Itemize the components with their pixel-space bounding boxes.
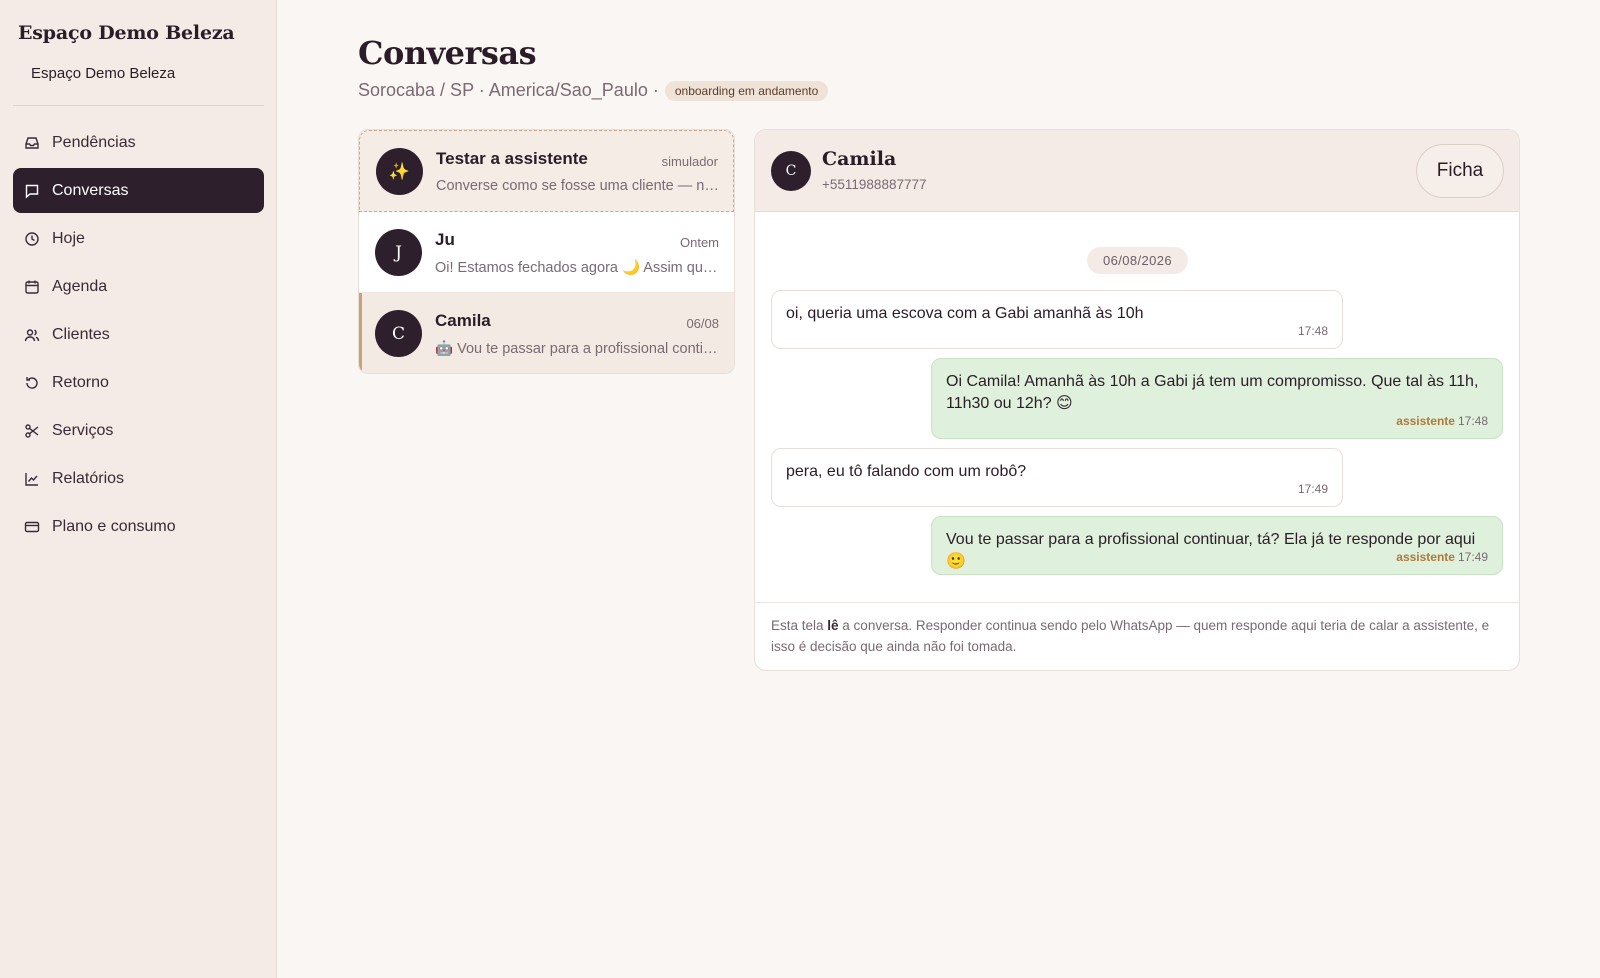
- sidebar-item-hoje[interactable]: Hoje: [13, 216, 264, 261]
- sidebar-item-label: Relatórios: [52, 469, 125, 487]
- page-title: Conversas: [358, 34, 537, 72]
- message-text: oi, queria uma escova com a Gabi amanhã …: [786, 305, 1144, 322]
- avatar: C: [375, 310, 422, 357]
- sidebar-divider: [13, 105, 264, 106]
- inbox-icon: [24, 135, 40, 151]
- chat-header: C Camila +5511988887777 Ficha: [755, 130, 1519, 212]
- sidebar-item-label: Hoje: [52, 229, 85, 247]
- sidebar: Espaço Demo Beleza Espaço Demo Beleza Pe…: [0, 0, 277, 978]
- clock-icon: [24, 231, 40, 247]
- sidebar-item-pendencias[interactable]: Pendências: [13, 120, 264, 165]
- footer-text-pre: Esta tela: [771, 618, 828, 633]
- sidebar-item-label: Retorno: [52, 373, 109, 391]
- users-icon: [24, 327, 40, 343]
- sidebar-item-agenda[interactable]: Agenda: [13, 264, 264, 309]
- sidebar-item-label: Serviços: [52, 421, 114, 439]
- conversation-name: Ju: [435, 230, 455, 249]
- conversation-meta: Ontem: [679, 235, 719, 250]
- conversation-meta: 06/08: [686, 316, 719, 331]
- sidebar-item-label: Plano e consumo: [52, 517, 176, 535]
- footer-text-post: a conversa. Responder continua sendo pel…: [771, 618, 1490, 654]
- location-line: Sorocaba / SP · America/Sao_Paulo · onbo…: [358, 80, 829, 101]
- sidebar-item-retorno[interactable]: Retorno: [13, 360, 264, 405]
- avatar: C: [771, 151, 811, 191]
- message-incoming: oi, queria uma escova com a Gabi amanhã …: [771, 290, 1343, 349]
- chat-panel: C Camila +5511988887777 Ficha 06/08/2026…: [754, 129, 1520, 671]
- sender-label: assistente: [1396, 550, 1455, 564]
- location-text: Sorocaba / SP · America/Sao_Paulo ·: [358, 80, 659, 100]
- calendar-icon: [24, 279, 40, 295]
- message-time: 17:48: [1457, 414, 1488, 428]
- message-icon: [24, 183, 40, 199]
- conversation-list: ✨ Testar a assistente simulador Converse…: [358, 129, 735, 374]
- footer-text-bold: lê: [827, 618, 839, 633]
- conversation-preview: Oi! Estamos fechados agora 🌙 Assim que a…: [435, 260, 720, 276]
- conversation-preview: Converse como se fosse uma cliente — nad…: [436, 178, 721, 194]
- conversation-name: Testar a assistente: [436, 149, 588, 168]
- contact-name: Camila: [822, 148, 897, 170]
- avatar: J: [375, 229, 422, 276]
- message-text: pera, eu tô falando com um robô?: [786, 463, 1027, 480]
- sidebar-item-conversas[interactable]: Conversas: [13, 168, 264, 213]
- conversation-preview: 🤖 Vou te passar para a profissional cont…: [435, 341, 720, 357]
- message-time: 17:49: [1457, 550, 1488, 564]
- message-time: 17:49: [1297, 482, 1328, 496]
- conversation-item-camila[interactable]: C Camila 06/08 🤖 Vou te passar para a pr…: [359, 293, 734, 373]
- status-badge: onboarding em andamento: [664, 80, 829, 101]
- sidebar-nav: Pendências Conversas Hoje Agenda Cliente…: [13, 120, 264, 552]
- message-outgoing: Oi Camila! Amanhã às 10h a Gabi já tem u…: [931, 358, 1503, 439]
- brand-title: Espaço Demo Beleza: [18, 22, 235, 44]
- rotate-icon: [24, 375, 40, 391]
- conversation-item-simulator[interactable]: ✨ Testar a assistente simulador Converse…: [359, 130, 734, 212]
- message-incoming: pera, eu tô falando com um robô? 17:49: [771, 448, 1343, 507]
- conversation-item-ju[interactable]: J Ju Ontem Oi! Estamos fechados agora 🌙 …: [359, 212, 734, 293]
- chart-icon: [24, 471, 40, 487]
- sidebar-item-plano-e-consumo[interactable]: Plano e consumo: [13, 504, 264, 549]
- ficha-button[interactable]: Ficha: [1416, 144, 1504, 198]
- scissors-icon: [24, 423, 40, 439]
- message-outgoing: Vou te passar para a profissional contin…: [931, 516, 1503, 575]
- sidebar-item-label: Pendências: [52, 133, 136, 151]
- sidebar-item-clientes[interactable]: Clientes: [13, 312, 264, 357]
- sidebar-item-label: Clientes: [52, 325, 110, 343]
- message-meta: assistente 17:48: [1396, 410, 1488, 432]
- message-text: Oi Camila! Amanhã às 10h a Gabi já tem u…: [946, 373, 1479, 412]
- sidebar-item-label: Conversas: [52, 181, 129, 199]
- conversation-meta: simulador: [661, 154, 718, 169]
- message-time: 17:48: [1297, 324, 1328, 338]
- sidebar-item-servicos[interactable]: Serviços: [13, 408, 264, 453]
- contact-phone: +5511988887777: [822, 177, 927, 192]
- date-separator: 06/08/2026: [1087, 247, 1188, 274]
- chat-footer-note: Esta tela lê a conversa. Responder conti…: [755, 602, 1519, 670]
- brand-subtitle: Espaço Demo Beleza: [31, 65, 176, 82]
- sparkles-icon: ✨: [376, 148, 423, 195]
- message-meta: assistente 17:49: [1396, 546, 1488, 568]
- conversation-name: Camila: [435, 311, 491, 330]
- sender-label: assistente: [1396, 414, 1455, 428]
- sidebar-item-label: Agenda: [52, 277, 108, 295]
- credit-card-icon: [24, 519, 40, 535]
- sidebar-item-relatorios[interactable]: Relatórios: [13, 456, 264, 501]
